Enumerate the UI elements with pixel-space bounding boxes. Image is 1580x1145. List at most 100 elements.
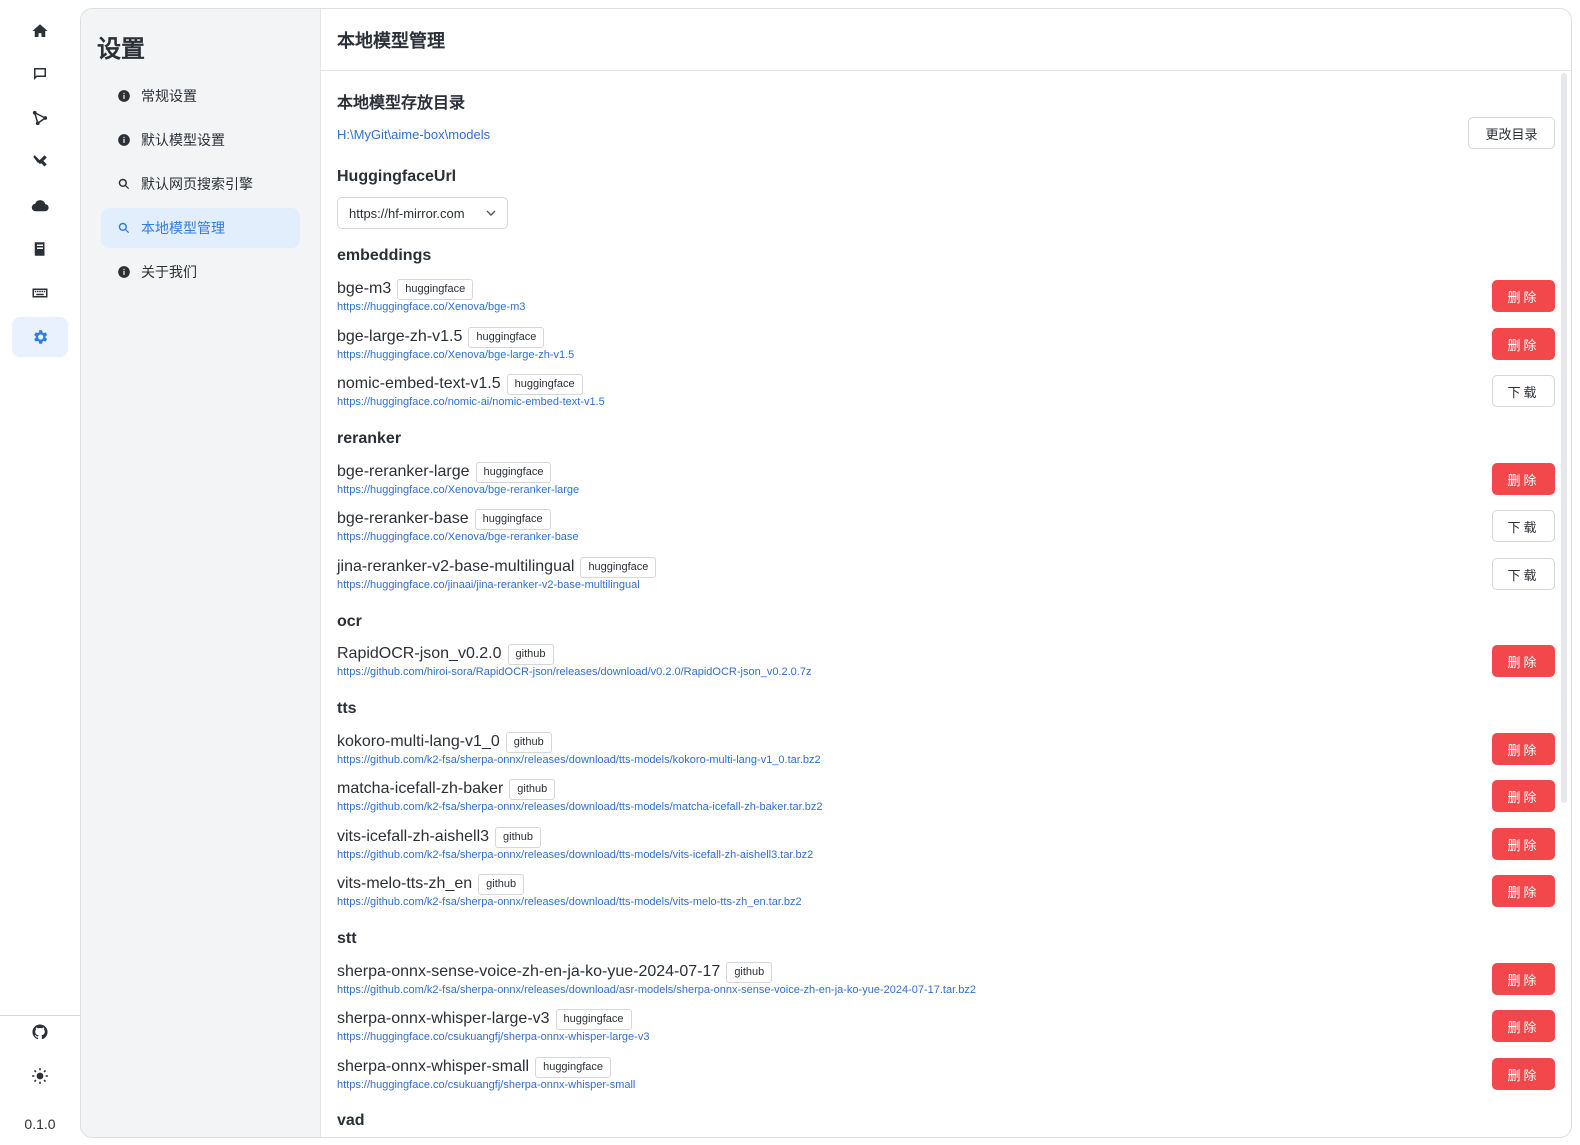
model-row: nomic-embed-text-v1.5 huggingface https://… <box>337 373 1555 417</box>
model-name-row: sherpa-onnx-whisper-large-v3 huggingface <box>337 1008 632 1030</box>
settings-card: 设置 常规设置 默认模型设置 默认网页搜索引擎 本地模型管理 关于我们 本地模型… <box>80 8 1572 1138</box>
book-icon[interactable] <box>12 229 68 269</box>
model-row: bge-large-zh-v1.5 huggingface https://hugg… <box>337 326 1555 370</box>
model-row: sherpa-onnx-whisper-small huggingface http… <box>337 1056 1555 1100</box>
model-name: vits-melo-tts-zh_en <box>337 875 473 892</box>
section-title-5: vad <box>337 1112 365 1129</box>
delete-button[interactable]: 删除 <box>1492 1010 1555 1042</box>
info-icon <box>117 89 131 103</box>
source-tag: huggingface <box>580 556 657 578</box>
delete-button[interactable]: 删除 <box>1492 328 1555 360</box>
download-button[interactable]: 下载 <box>1492 558 1555 590</box>
delete-button[interactable]: 删除 <box>1492 1058 1555 1090</box>
download-button[interactable]: 下载 <box>1492 510 1555 542</box>
settings-icon[interactable] <box>12 317 68 357</box>
model-row: bge-m3 huggingface https://huggingface.co/… <box>337 278 1555 322</box>
model-row: sherpa-onnx-sense-voice-zh-en-ja-ko-yue-… <box>337 961 1555 1005</box>
source-tag: huggingface <box>397 278 474 300</box>
network-icon[interactable] <box>12 98 68 138</box>
model-url-link[interactable]: https://huggingface.co/csukuangfj/sherpa… <box>337 1079 635 1091</box>
scrollbar[interactable] <box>1561 73 1567 803</box>
model-name: RapidOCR-json_v0.2.0 <box>337 645 502 662</box>
model-row: jina-reranker-v2-base-multilingual huggin… <box>337 556 1555 600</box>
search-icon <box>117 221 131 235</box>
model-url-link[interactable]: https://github.com/hiroi-sora/RapidOCR-j… <box>337 666 811 678</box>
delete-button[interactable]: 删除 <box>1492 463 1555 495</box>
model-name-row: jina-reranker-v2-base-multilingual huggin… <box>337 556 657 578</box>
hf-url-value: https://hf-mirror.com <box>349 205 465 221</box>
model-row: vits-melo-tts-zh_en github https://github.… <box>337 873 1555 917</box>
model-url-link[interactable]: https://huggingface.co/Xenova/bge-rerank… <box>337 484 579 496</box>
source-tag: github <box>478 873 525 895</box>
nav-item-label: 本地模型管理 <box>141 220 225 236</box>
content-area: 本地模型存放目录 H:\MyGit\aime-box\models 更改目录 H… <box>337 71 1555 1137</box>
model-url-link[interactable]: https://huggingface.co/csukuangfj/sherpa… <box>337 1031 649 1043</box>
model-row: bge-reranker-large huggingface https://hug… <box>337 461 1555 505</box>
delete-button[interactable]: 删除 <box>1492 828 1555 860</box>
hf-url-title: HuggingfaceUrl <box>337 168 457 185</box>
model-url-link[interactable]: https://huggingface.co/Xenova/bge-large-… <box>337 349 574 361</box>
change-directory-button[interactable]: 更改目录 <box>1468 117 1555 149</box>
model-row: bge-reranker-base huggingface https://hugg… <box>337 508 1555 552</box>
model-url-link[interactable]: https://github.com/k2-fsa/sherpa-onnx/re… <box>337 754 821 766</box>
delete-button[interactable]: 删除 <box>1492 875 1555 907</box>
model-row: sherpa-onnx-whisper-large-v3 huggingface h… <box>337 1008 1555 1052</box>
model-url-link[interactable]: https://github.com/k2-fsa/sherpa-onnx/re… <box>337 801 822 813</box>
source-tag: huggingface <box>475 461 552 483</box>
page-title: 本地模型管理 <box>321 9 1571 71</box>
model-url-link[interactable]: https://github.com/k2-fsa/sherpa-onnx/re… <box>337 849 813 861</box>
source-tag: huggingface <box>474 508 551 530</box>
model-url-link[interactable]: https://huggingface.co/Xenova/bge-m3 <box>337 301 525 313</box>
storage-path-link[interactable]: H:\MyGit\aime-box\models <box>337 127 490 142</box>
model-name-row: sherpa-onnx-whisper-small huggingface <box>337 1056 612 1078</box>
theme-icon[interactable] <box>12 1056 68 1096</box>
source-tag: github <box>509 778 556 800</box>
nav-item-label: 默认网页搜索引擎 <box>141 176 253 192</box>
home-icon[interactable] <box>12 11 68 51</box>
keyboard-icon[interactable] <box>12 273 68 313</box>
tools-icon[interactable] <box>12 142 68 182</box>
model-name-row: RapidOCR-json_v0.2.0 github <box>337 643 554 665</box>
nav-item-label: 默认模型设置 <box>141 132 225 148</box>
model-name: sherpa-onnx-whisper-large-v3 <box>337 1010 550 1027</box>
model-url-link[interactable]: https://huggingface.co/nomic-ai/nomic-em… <box>337 396 605 408</box>
settings-title: 设置 <box>97 36 145 63</box>
delete-button[interactable]: 删除 <box>1492 733 1555 765</box>
delete-button[interactable]: 删除 <box>1492 780 1555 812</box>
nav-item-about[interactable]: 关于我们 <box>101 252 300 292</box>
model-name-row: bge-reranker-large huggingface <box>337 461 552 483</box>
source-tag: huggingface <box>555 1008 632 1030</box>
model-url-link[interactable]: https://github.com/k2-fsa/sherpa-onnx/re… <box>337 896 802 908</box>
nav-item-label: 常规设置 <box>141 88 197 104</box>
model-name-row: bge-m3 huggingface <box>337 278 474 300</box>
nav-item-general[interactable]: 常规设置 <box>101 76 300 116</box>
chevron-down-icon <box>485 207 497 219</box>
model-name-row: vits-icefall-zh-aishell3 github <box>337 826 542 848</box>
github-icon[interactable] <box>12 1012 68 1052</box>
settings-nav: 设置 常规设置 默认模型设置 默认网页搜索引擎 本地模型管理 关于我们 <box>81 9 321 1137</box>
nav-item-search-engine[interactable]: 默认网页搜索引擎 <box>101 164 300 204</box>
model-name-row: matcha-icefall-zh-baker github <box>337 778 556 800</box>
model-name-row: nomic-embed-text-v1.5 huggingface <box>337 373 583 395</box>
storage-title: 本地模型存放目录 <box>337 95 466 112</box>
model-name-row: kokoro-multi-lang-v1_0 github <box>337 731 552 753</box>
model-url-link[interactable]: https://github.com/k2-fsa/sherpa-onnx/re… <box>337 984 976 996</box>
delete-button[interactable]: 删除 <box>1492 280 1555 312</box>
model-name-row: bge-large-zh-v1.5 huggingface <box>337 326 545 348</box>
model-url-link[interactable]: https://huggingface.co/Xenova/bge-rerank… <box>337 531 579 543</box>
model-name: matcha-icefall-zh-baker <box>337 780 504 797</box>
download-button[interactable]: 下载 <box>1492 375 1555 407</box>
nav-item-default-model[interactable]: 默认模型设置 <box>101 120 300 160</box>
delete-button[interactable]: 删除 <box>1492 963 1555 995</box>
model-name: bge-large-zh-v1.5 <box>337 328 463 345</box>
icon-rail: 0.1.0 <box>0 0 80 1145</box>
nav-item-local-models[interactable]: 本地模型管理 <box>101 208 300 248</box>
cloud-icon[interactable] <box>12 186 68 226</box>
chat-icon[interactable] <box>12 54 68 94</box>
delete-button[interactable]: 删除 <box>1492 645 1555 677</box>
model-name-row: sherpa-onnx-sense-voice-zh-en-ja-ko-yue-… <box>337 961 773 983</box>
section-title-1: reranker <box>337 430 402 447</box>
model-url-link[interactable]: https://huggingface.co/jinaai/jina-reran… <box>337 579 640 591</box>
source-tag: huggingface <box>535 1056 612 1078</box>
hf-url-select[interactable]: https://hf-mirror.com <box>337 197 508 229</box>
